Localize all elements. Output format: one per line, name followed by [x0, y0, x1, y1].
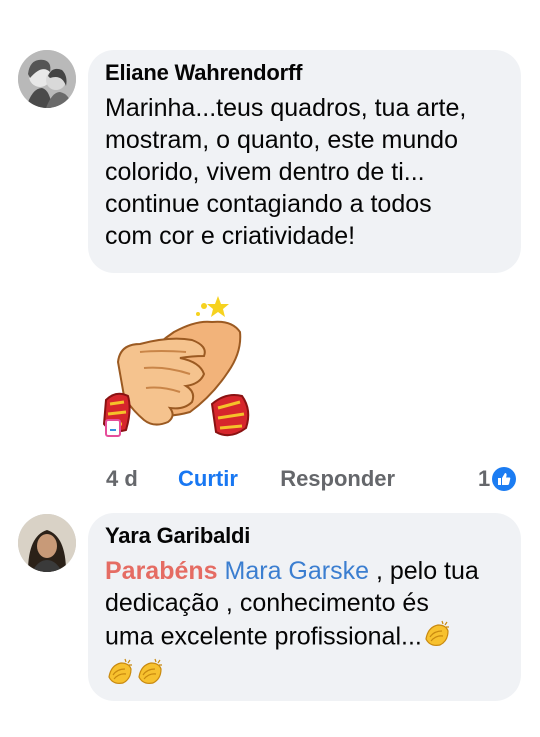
comment-text-line: com cor e criatividade!	[105, 222, 356, 250]
comment-text-line: mostram, o quanto, este mundo	[105, 126, 458, 154]
clapping-hands-emoji	[135, 657, 165, 695]
comment-text-line: colorido, vivem dentro de ti...	[105, 158, 425, 186]
reaction-count: 1	[478, 466, 491, 491]
comment-text-fragment: , pelo tua	[369, 557, 479, 585]
comment-text-line	[105, 657, 521, 695]
comment-author[interactable]: Eliane Wahrendorff	[105, 60, 521, 86]
comment-bubble: Eliane Wahrendorff Marinha...teus quadro…	[88, 50, 521, 273]
comment-text-fragment: uma excelente profissional...	[105, 622, 422, 651]
comment-timestamp[interactable]: 4 d	[106, 466, 138, 491]
comment-text-line: Parabéns Mara Garske , pelo tua	[105, 555, 521, 587]
comment-actions: 4 d Curtir Responder	[106, 466, 395, 492]
clapping-hands-sticker[interactable]	[100, 292, 260, 452]
comment-text-line: Marinha...teus quadros, tua arte,	[105, 94, 467, 122]
comment-text-line: dedicação , conhecimento és	[105, 589, 429, 617]
like-button[interactable]: Curtir	[178, 466, 238, 491]
clapping-hands-emoji	[105, 657, 135, 695]
comment-text: Parabéns Mara Garske , pelo tua dedicaçã…	[105, 555, 521, 695]
clapping-hands-emoji	[422, 619, 452, 657]
comment-author[interactable]: Yara Garibaldi	[105, 523, 521, 549]
like-icon	[492, 467, 517, 491]
comment-text-line: continue contagiando a todos	[105, 190, 432, 218]
mention-link[interactable]: Parabéns	[105, 557, 218, 585]
reply-button[interactable]: Responder	[280, 466, 395, 491]
avatar[interactable]	[18, 514, 76, 572]
mention-link[interactable]: Mara Garske	[225, 557, 369, 585]
comment-bubble: Yara Garibaldi Parabéns Mara Garske , pe…	[88, 513, 521, 701]
comment-text-line: uma excelente profissional...	[105, 619, 521, 657]
reaction-summary[interactable]: 1	[478, 466, 517, 492]
avatar[interactable]	[18, 50, 76, 108]
comment-text: Marinha...teus quadros, tua arte, mostra…	[105, 92, 521, 252]
